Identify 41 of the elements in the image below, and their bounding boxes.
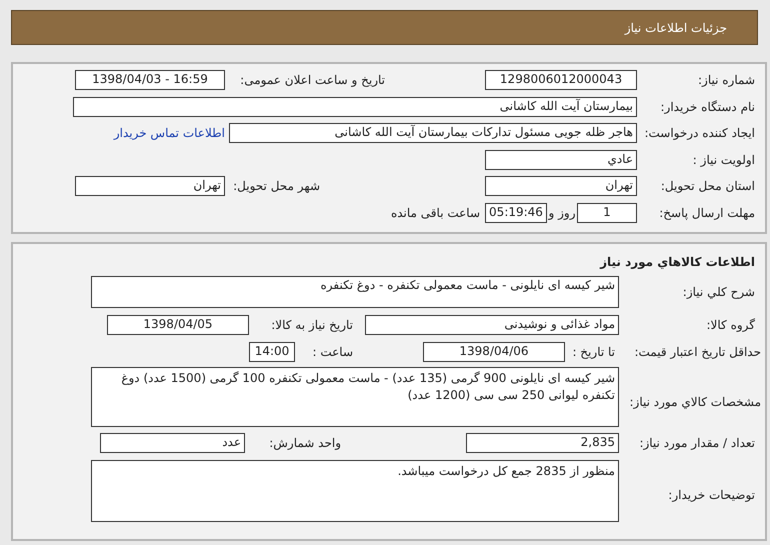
- value-field: عدد: [100, 433, 245, 453]
- field-label: شماره نیاز:: [698, 72, 755, 90]
- value-field: شير کيسه ای نايلونی - ماست معمولی تکنفره - دوغ تکنفره: [91, 276, 619, 308]
- value-field: 05:19:46: [485, 202, 547, 223]
- field-label: مهلت ارسال پاسخ:: [659, 204, 755, 222]
- field-label: تعداد / مقدار مورد نیاز:: [639, 435, 755, 452]
- field-label: نام دستگاه خریدار:: [660, 98, 755, 116]
- value-field: 1398/04/06: [423, 342, 565, 362]
- field-label: واحد شمارش:: [269, 435, 341, 452]
- field-label: اولویت نیاز :: [692, 152, 755, 169]
- value-field: منظور از 2835 جمع کل درخواست میباشد.: [91, 460, 619, 522]
- field-label: تاریخ نیاز به کالا:: [271, 317, 353, 334]
- value-field: بیمارستان آیت الله کاشانی: [73, 96, 637, 117]
- value-field: مواد غذائی و نوشیدنی: [365, 315, 619, 336]
- value-field: تهران: [75, 176, 225, 196]
- header-title: جزئیات اطلاعات نیاز: [624, 20, 727, 36]
- field-label: شرح کلي نياز:: [682, 284, 755, 301]
- value-field: شير کيسه ای نايلونی 900 گرمی (135 عدد) - ماست معمولی تکنفره 100 گرمی (1500 عدد) دوغ تکنفره ليوانی 250 سی سی (1200 عدد): [91, 366, 619, 426]
- field-label: تا تاریخ :: [572, 344, 615, 361]
- value-field: هاجر ظله جویی مسئول تدارکات بیمارستان آیت الله کاشانی: [229, 123, 637, 144]
- field-label: شهر محل تحویل:: [233, 178, 320, 196]
- value-field: عادي: [485, 150, 637, 170]
- field-label: گروه کالا:: [706, 317, 755, 334]
- value-field: تهران: [485, 176, 637, 196]
- field-label: توضیحات خریدار:: [668, 487, 755, 504]
- field-label: روز و: [548, 204, 576, 222]
- field-label: حداقل تاریخ اعتبار قیمت:: [634, 344, 761, 361]
- contact-link[interactable]: اطلاعات تماس خریدار: [114, 124, 225, 142]
- field-label: ساعت :: [312, 344, 353, 361]
- value-field: 1398/04/05: [107, 315, 249, 336]
- field-label: استان محل تحویل:: [660, 178, 755, 196]
- value-field: 1: [577, 202, 637, 223]
- value-field: 1298006012000043: [485, 70, 637, 90]
- value-field: 14:00: [249, 342, 295, 362]
- field-label: تاریخ و ساعت اعلان عمومی:: [240, 72, 385, 90]
- field-label: ساعت باقی مانده: [390, 204, 480, 222]
- field-label: ایجاد کننده درخواست:: [644, 125, 755, 142]
- section-title: اطلاعات کالاهاي مورد نياز: [600, 254, 755, 271]
- field-label: مشخصات کالاي مورد نياز:: [629, 394, 761, 410]
- value-field: 1398/04/03 - 16:59: [75, 70, 225, 90]
- value-field: 2,835: [466, 433, 619, 453]
